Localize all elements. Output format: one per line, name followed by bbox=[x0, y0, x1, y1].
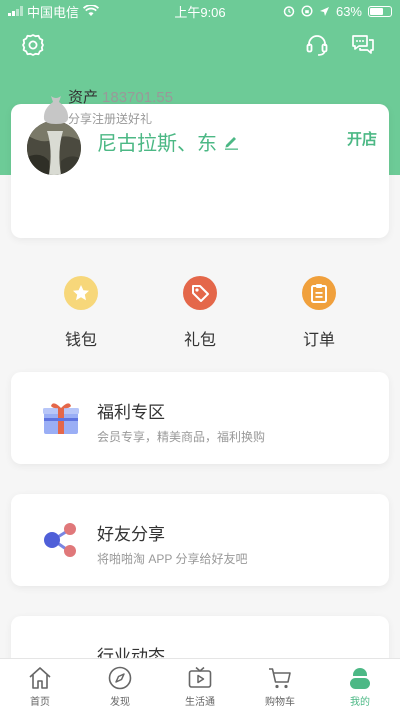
customer-service-icon[interactable] bbox=[304, 32, 330, 58]
gift-pack-label: 礼包 bbox=[183, 332, 216, 349]
welfare-zone-subtitle: 会员专享，精美商品，福利换购 bbox=[97, 430, 266, 444]
tv-icon bbox=[188, 666, 212, 688]
wifi-icon bbox=[83, 5, 100, 16]
wallet-label: 钱包 bbox=[64, 332, 97, 349]
tab-cart[interactable]: 购物车 bbox=[240, 659, 320, 710]
share-friends-title: 好友分享 bbox=[97, 525, 165, 544]
messages-icon[interactable] bbox=[350, 32, 376, 58]
tag-icon bbox=[183, 276, 217, 310]
gift-icon bbox=[43, 403, 79, 434]
tab-home[interactable]: 首页 bbox=[0, 659, 80, 710]
lock-rotation-icon bbox=[301, 5, 313, 17]
avatar[interactable] bbox=[27, 121, 81, 175]
orders-button[interactable]: 订单 bbox=[284, 276, 354, 350]
share-friends-card[interactable]: 好友分享 将啪啪淘 APP 分享给好友吧 bbox=[11, 494, 389, 586]
welfare-zone-title: 福利专区 bbox=[97, 403, 165, 422]
home-icon bbox=[29, 667, 51, 689]
signal-icon bbox=[8, 6, 23, 16]
wallet-button[interactable]: 钱包 bbox=[46, 276, 116, 350]
asset-value: 183701.55 bbox=[102, 89, 173, 106]
asset-row[interactable]: 资产 183701.55 bbox=[68, 86, 173, 107]
money-bag-icon bbox=[43, 96, 69, 124]
tab-home-label: 首页 bbox=[30, 697, 50, 708]
edit-icon[interactable] bbox=[223, 134, 239, 150]
gift-pack-button[interactable]: 礼包 bbox=[165, 276, 235, 350]
clipboard-icon bbox=[302, 276, 336, 310]
battery-icon bbox=[368, 5, 392, 17]
compass-icon bbox=[108, 666, 132, 690]
tab-me-label: 我的 bbox=[350, 697, 370, 708]
asset-label: 资产 bbox=[68, 89, 99, 106]
asset-promo-text: 分享注册送好礼 bbox=[68, 112, 153, 126]
waterfall-photo bbox=[27, 121, 81, 175]
tab-discover-label: 发现 bbox=[110, 697, 130, 708]
open-shop-button[interactable]: 开店 bbox=[347, 128, 377, 149]
share-icon bbox=[44, 523, 76, 557]
cart-icon bbox=[269, 668, 291, 689]
bottom-tab-bar: 首页 发现 生活通 购物车 我的 bbox=[0, 658, 400, 710]
alarm-icon bbox=[283, 6, 295, 17]
status-bar: 中国电信 上午9:06 63% bbox=[0, 0, 400, 22]
welfare-zone-card[interactable]: 福利专区 会员专享，精美商品，福利换购 bbox=[11, 372, 389, 464]
orders-label: 订单 bbox=[302, 332, 335, 349]
star-icon bbox=[64, 276, 98, 310]
username[interactable]: 尼古拉斯、东 bbox=[97, 127, 239, 156]
settings-icon[interactable] bbox=[20, 32, 46, 58]
location-icon bbox=[319, 6, 329, 16]
tab-me[interactable]: 我的 bbox=[320, 659, 400, 710]
username-label: 尼古拉斯、东 bbox=[97, 133, 217, 155]
tab-life-label: 生活通 bbox=[185, 697, 215, 708]
share-friends-subtitle: 将啪啪淘 APP 分享给好友吧 bbox=[97, 552, 248, 566]
tab-life[interactable]: 生活通 bbox=[160, 659, 240, 710]
profile-icon bbox=[350, 668, 370, 689]
carrier-label: 中国电信 bbox=[27, 4, 80, 20]
tab-discover[interactable]: 发现 bbox=[80, 659, 160, 710]
battery-percent: 63% bbox=[335, 3, 362, 19]
tab-cart-label: 购物车 bbox=[265, 697, 295, 708]
